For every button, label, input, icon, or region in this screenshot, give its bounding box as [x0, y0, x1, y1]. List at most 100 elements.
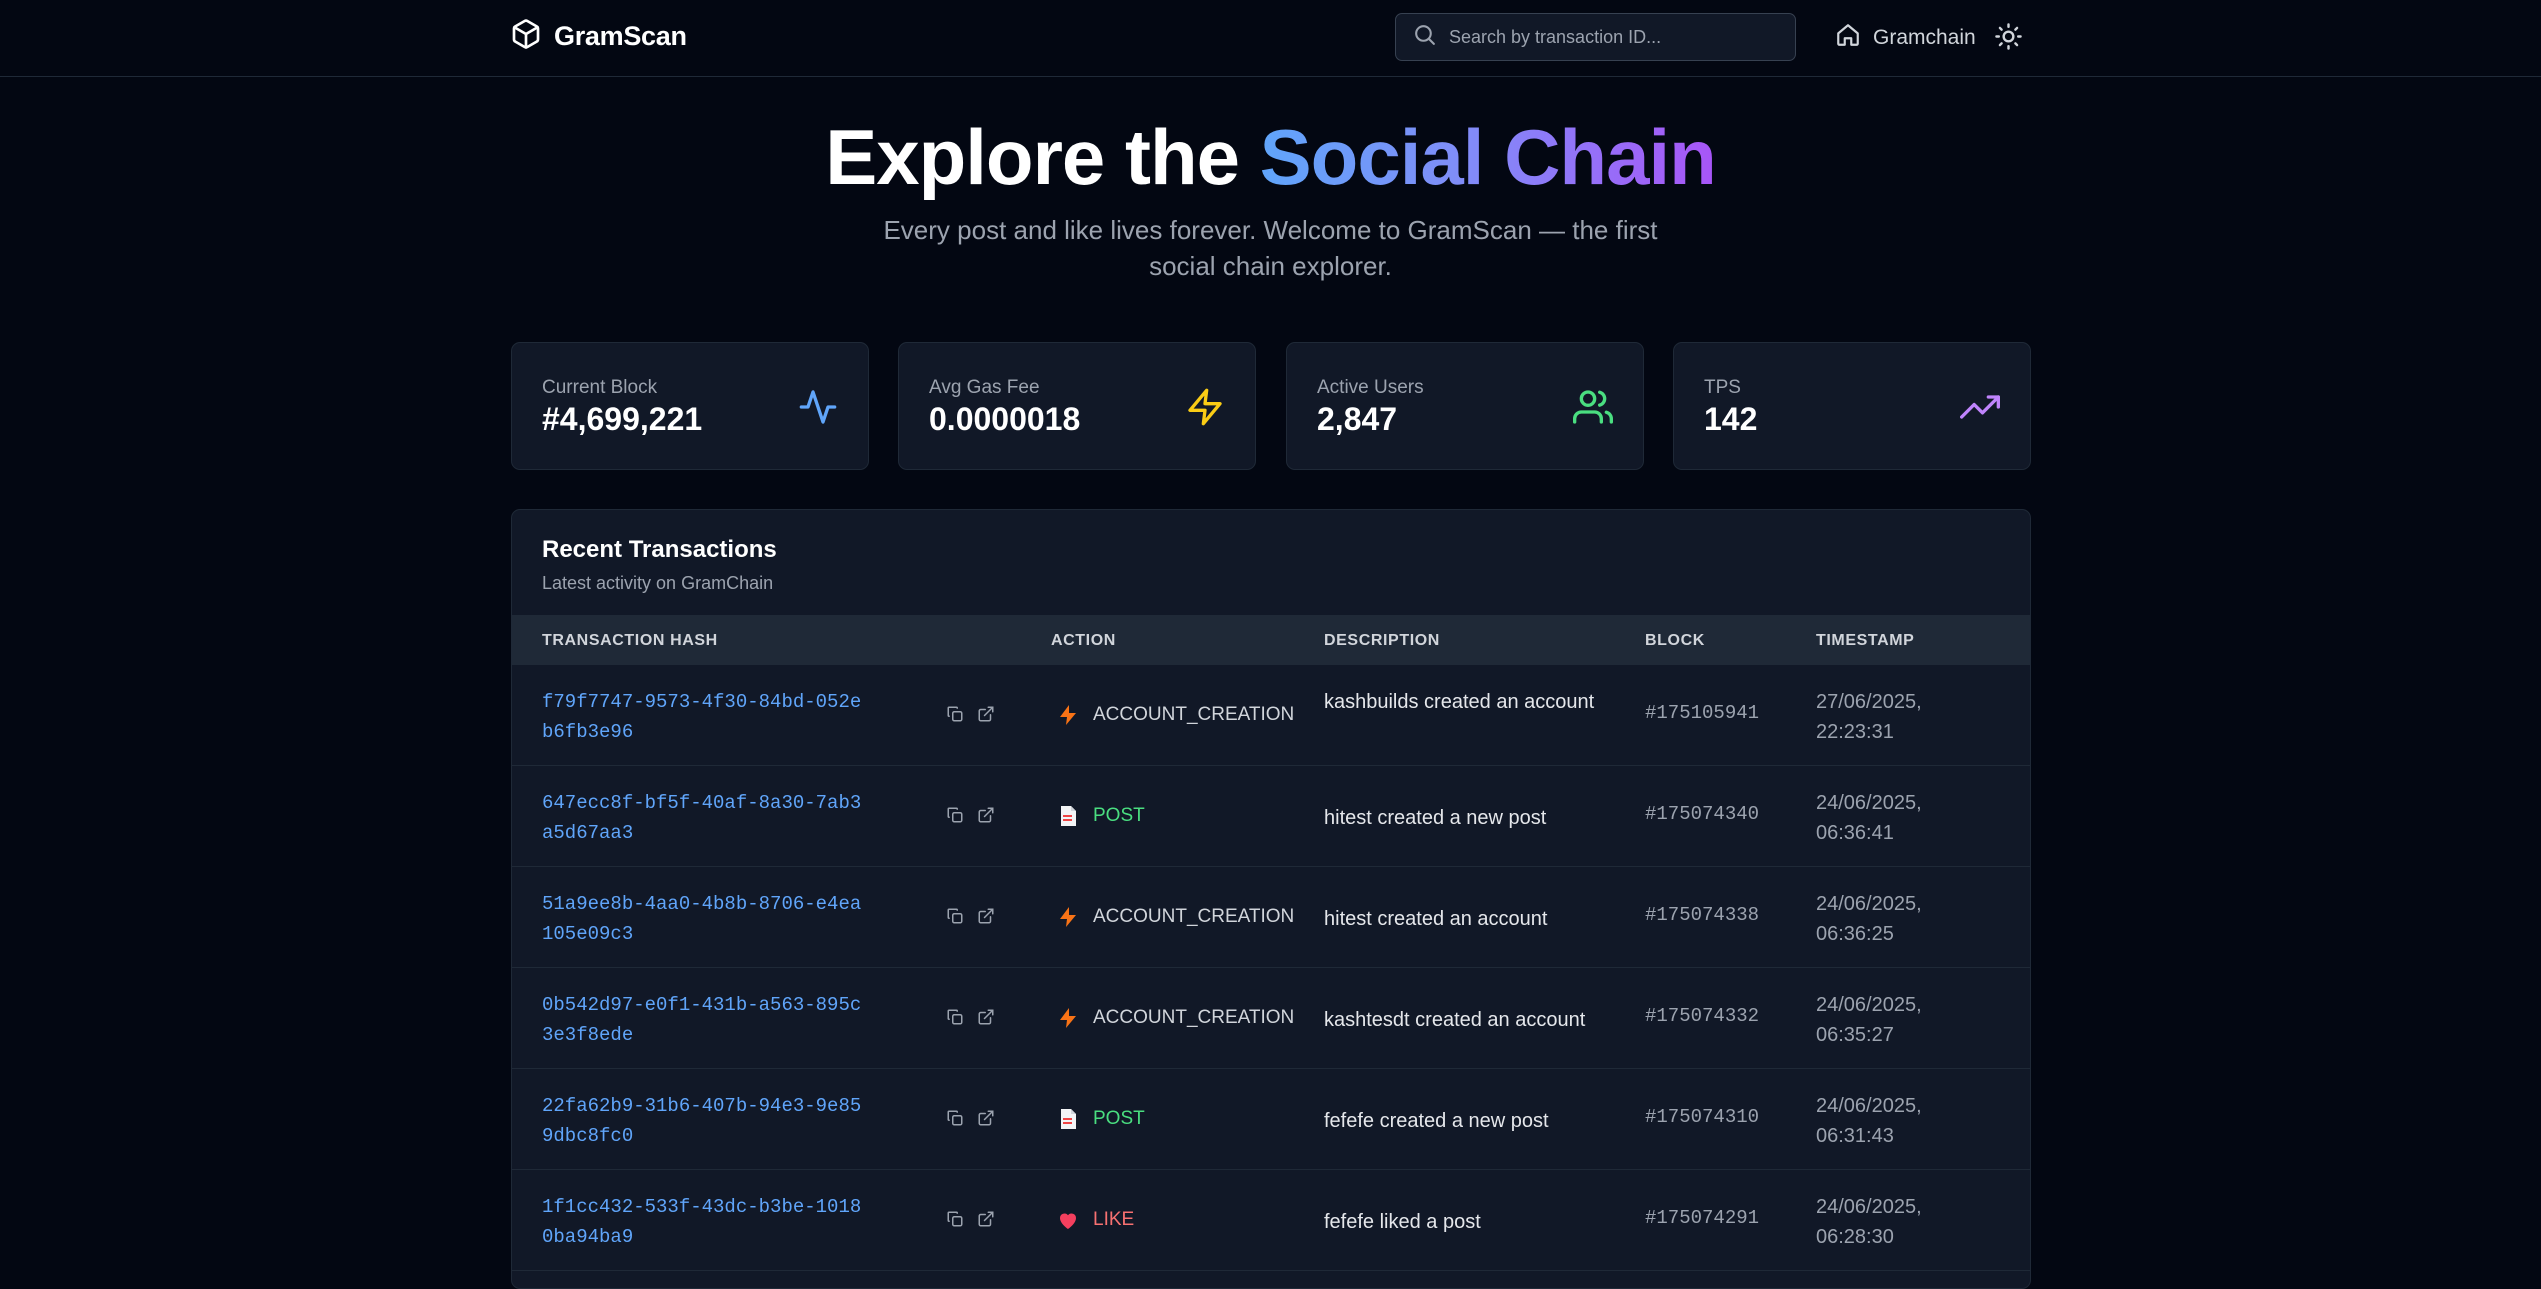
stat-value: 142 [1704, 401, 1758, 437]
stat-value: 2,847 [1317, 401, 1398, 437]
copy-icon[interactable] [946, 806, 964, 824]
table-row[interactable]: f79f7747-9573-4f30-84bd-052eb6fb3e96 ACC… [512, 665, 2030, 766]
block-number: #175074340 [1645, 803, 1760, 825]
copy-icon[interactable] [946, 1008, 964, 1026]
copy-icon[interactable] [946, 705, 964, 723]
row-actions [946, 1109, 995, 1127]
external-link-icon[interactable] [977, 1008, 995, 1026]
stat-card-current-block: Current Block #4,699,221 [511, 342, 869, 470]
action-cell: ACCOUNT_CREATION [1055, 1005, 1294, 1031]
description: kashbuilds created an account [1324, 691, 1595, 713]
action-label: LIKE [1093, 1209, 1135, 1230]
stat-label: Active Users [1317, 377, 1424, 398]
stat-value: #4,699,221 [542, 401, 703, 437]
action-cell: ACCOUNT_CREATION [1055, 702, 1294, 728]
lightning-icon [1055, 904, 1081, 930]
theme-toggle-button[interactable] [1994, 22, 2023, 51]
column-header-block: BLOCK [1645, 632, 1705, 649]
transaction-hash-link[interactable]: 647ecc8f-bf5f-40af-8a30-7ab3a5d67aa3 [542, 788, 862, 848]
trending-up-icon [1960, 387, 2000, 427]
row-actions [946, 1008, 995, 1026]
external-link-icon[interactable] [977, 907, 995, 925]
timestamp: 24/06/2025, 06:28:30 [1816, 1196, 1922, 1248]
recent-transactions-panel: Recent Transactions Latest activity on G… [511, 509, 2031, 1289]
column-header-timestamp: TIMESTAMP [1816, 632, 1915, 649]
search-input[interactable] [1449, 26, 1769, 48]
action-cell: LIKE [1055, 1207, 1134, 1233]
hero-title: Explore the Social Chain [0, 112, 2541, 203]
action-cell: ACCOUNT_CREATION [1055, 904, 1294, 930]
timestamp: 27/06/2025, 22:23:31 [1816, 691, 1922, 743]
heart-icon [1055, 1207, 1081, 1233]
block-number: #175074310 [1645, 1106, 1760, 1128]
timestamp: 24/06/2025, 06:35:27 [1816, 994, 1922, 1046]
description: kashtesdt created an account [1324, 1009, 1586, 1031]
action-label: POST [1093, 1108, 1145, 1129]
block-number: #175074291 [1645, 1207, 1760, 1229]
hero-title-prefix: Explore the [825, 113, 1260, 201]
action-label: ACCOUNT_CREATION [1093, 1007, 1295, 1028]
block-number: #175074332 [1645, 1005, 1760, 1027]
action-cell: POST [1055, 803, 1145, 829]
stat-card-tps: TPS 142 [1673, 342, 2031, 470]
copy-icon[interactable] [946, 1210, 964, 1228]
gramchain-link[interactable]: Gramchain [1835, 22, 1976, 54]
panel-subtitle: Latest activity on GramChain [542, 573, 774, 593]
lightning-icon [1055, 702, 1081, 728]
hero-subtitle: Every post and like lives forever. Welco… [883, 215, 1658, 281]
action-cell: POST [1055, 1106, 1145, 1132]
lightning-icon [1055, 1005, 1081, 1031]
stat-value: 0.0000018 [929, 401, 1081, 437]
cube-icon [510, 18, 542, 55]
timestamp: 24/06/2025, 06:31:43 [1816, 1095, 1922, 1147]
row-actions [946, 1210, 995, 1228]
description: hitest created an account [1324, 908, 1548, 930]
description: fefefe created a new post [1324, 1110, 1549, 1132]
document-icon [1055, 1106, 1081, 1132]
document-icon [1055, 803, 1081, 829]
top-navbar: GramScan Gramchain [0, 0, 2541, 77]
external-link-icon[interactable] [977, 806, 995, 824]
row-actions [946, 705, 995, 723]
copy-icon[interactable] [946, 907, 964, 925]
lightning-icon [1185, 387, 1225, 427]
row-actions [946, 806, 995, 824]
search-icon [1412, 22, 1437, 52]
table-row[interactable]: 51a9ee8b-4aa0-4b8b-8706-e4ea105e09c3 ACC… [512, 867, 2030, 968]
column-header-description: DESCRIPTION [1324, 632, 1440, 649]
external-link-icon[interactable] [977, 1109, 995, 1127]
sun-icon [1994, 23, 2023, 55]
action-label: ACCOUNT_CREATION [1093, 906, 1295, 927]
block-number: #175105941 [1645, 702, 1760, 724]
transaction-hash-link[interactable]: 51a9ee8b-4aa0-4b8b-8706-e4ea105e09c3 [542, 889, 862, 949]
transaction-hash-link[interactable]: 22fa62b9-31b6-407b-94e3-9e859dbc8fc0 [542, 1091, 862, 1151]
panel-title: Recent Transactions [542, 536, 777, 563]
activity-icon [798, 387, 838, 427]
description: hitest created a new post [1324, 807, 1547, 829]
stat-label: Avg Gas Fee [929, 377, 1040, 398]
transaction-hash-link[interactable]: 0b542d97-e0f1-431b-a563-895c3e3f8ede [542, 990, 862, 1050]
stat-label: Current Block [542, 377, 658, 398]
external-link-icon[interactable] [977, 1210, 995, 1228]
external-link-icon[interactable] [977, 705, 995, 723]
table-header: TRANSACTION HASH ACTION DESCRIPTION BLOC… [512, 615, 2030, 665]
users-icon [1573, 387, 1613, 427]
stat-card-avg-gas-fee: Avg Gas Fee 0.0000018 [898, 342, 1256, 470]
block-number: #175074338 [1645, 904, 1760, 926]
stats-row: Current Block #4,699,221 Avg Gas Fee 0.0… [511, 342, 2031, 470]
table-row[interactable]: 22fa62b9-31b6-407b-94e3-9e859dbc8fc0 POS… [512, 1069, 2030, 1170]
action-label: POST [1093, 805, 1145, 826]
table-row[interactable]: 647ecc8f-bf5f-40af-8a30-7ab3a5d67aa3 POS… [512, 766, 2030, 867]
column-header-action: ACTION [1051, 632, 1116, 649]
copy-icon[interactable] [946, 1109, 964, 1127]
hero-title-highlight: Social Chain [1259, 113, 1717, 201]
transaction-hash-link[interactable]: f79f7747-9573-4f30-84bd-052eb6fb3e96 [542, 687, 862, 747]
row-actions [946, 907, 995, 925]
table-row[interactable]: 0b542d97-e0f1-431b-a563-895c3e3f8ede ACC… [512, 968, 2030, 1069]
timestamp: 24/06/2025, 06:36:25 [1816, 893, 1922, 945]
table-row[interactable]: 1f1cc432-533f-43dc-b3be-10180ba94ba9 LIK… [512, 1170, 2030, 1271]
transaction-hash-link[interactable]: 1f1cc432-533f-43dc-b3be-10180ba94ba9 [542, 1192, 862, 1252]
stat-label: TPS [1704, 377, 1741, 398]
search-box[interactable] [1395, 13, 1796, 61]
logo[interactable]: GramScan [510, 18, 687, 55]
